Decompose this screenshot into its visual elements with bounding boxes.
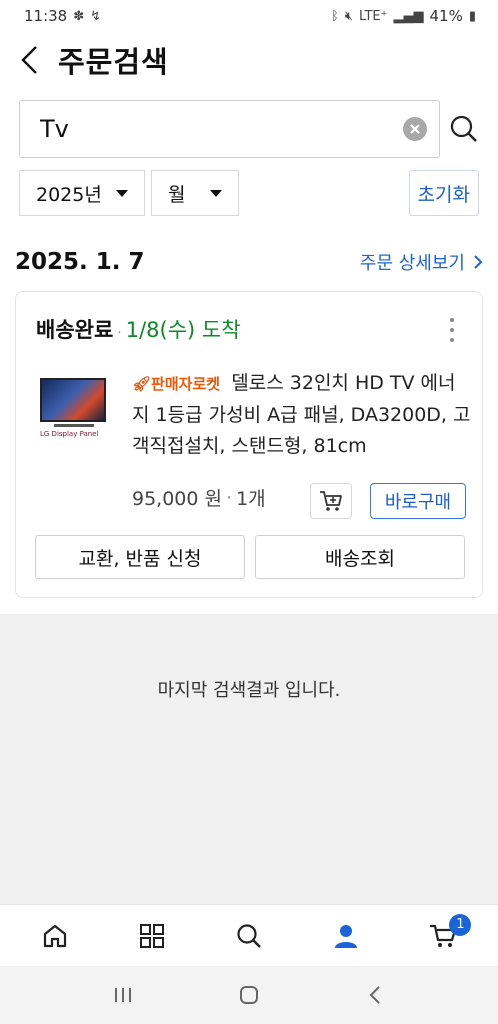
order-date: 2025. 1. 7 [15, 249, 145, 275]
close-icon [410, 124, 420, 134]
pinwheel-icon: ✽ [73, 8, 85, 24]
order-detail-label: 주문 상세보기 [359, 253, 465, 274]
track-delivery-button[interactable]: 배송조회 [255, 535, 465, 579]
product-price: 95,000 원 [132, 488, 223, 510]
bottom-nav: 1 [0, 904, 498, 966]
search-button[interactable] [440, 100, 488, 158]
end-of-results-message: 마지막 검색결과 입니다. [157, 680, 341, 701]
add-cart-icon [320, 491, 342, 511]
status-separator: · [117, 325, 122, 341]
back-system-button[interactable] [345, 970, 405, 1020]
order-card: 배송완료 · 1/8(수) 도착 LG Display Panel 🚀︎판매자로… [15, 291, 483, 598]
add-to-cart-button[interactable] [310, 483, 352, 519]
delivery-status: 배송완료 · 1/8(수) 도착 [36, 314, 241, 344]
chevron-left-icon [21, 46, 37, 74]
search-icon [450, 115, 477, 142]
order-actions: 교환, 반품 신청 배송조회 [35, 535, 465, 579]
status-bar: 11:38 ✽ ↯ ᛒ 🔇︎ LTE⁺ ▂▄▆ 41% ▮ [0, 0, 498, 32]
cart-count-badge: 1 [449, 913, 472, 936]
filter-row: 2025년 월 초기화 [19, 170, 479, 216]
results-footer [0, 614, 498, 904]
recent-apps-button[interactable] [93, 970, 153, 1020]
search-icon [237, 923, 261, 948]
back-button[interactable] [4, 36, 56, 84]
arrival-text: 1/8(수) 도착 [125, 318, 241, 342]
rocket-badge-label: 판매자로켓 [151, 375, 221, 393]
more-options-icon[interactable] [442, 318, 462, 342]
recent-apps-icon [115, 988, 131, 1002]
product-name-block: 🚀︎판매자로켓 델로스 32인치 HD TV 에너지 1등급 가성비 A급 패널… [132, 368, 472, 462]
network-label: LTE⁺ [359, 8, 388, 24]
order-detail-link[interactable]: 주문 상세보기 [360, 249, 483, 275]
month-value: 월 [168, 183, 186, 206]
chevron-right-icon [474, 255, 483, 269]
rocket-badge: 🚀︎판매자로켓 [132, 375, 225, 393]
month-dropdown[interactable]: 월 [151, 170, 239, 216]
tv-image [40, 378, 106, 422]
grid-icon [139, 923, 164, 948]
home-icon [43, 924, 66, 947]
back-chevron-icon [369, 986, 380, 1004]
nav-cart[interactable]: 1 [413, 908, 473, 964]
caret-down-icon [210, 189, 222, 197]
thumb-brand-label: LG Display Panel [40, 430, 99, 438]
order-header: 2025. 1. 7 주문 상세보기 [15, 244, 483, 280]
status-time: 11:38 [24, 7, 68, 25]
signal-icon: ▂▄▆ [393, 8, 424, 24]
search-row [19, 100, 489, 158]
year-dropdown[interactable]: 2025년 [19, 170, 145, 216]
search-input[interactable] [40, 115, 403, 143]
caret-down-icon [116, 189, 128, 197]
status-text: 배송완료 [36, 318, 114, 342]
home-system-button[interactable] [219, 970, 279, 1020]
search-box [19, 100, 440, 158]
nav-search[interactable] [219, 908, 279, 964]
rocket-icon: 🚀︎ [132, 375, 152, 393]
return-request-button[interactable]: 교환, 반품 신청 [35, 535, 245, 579]
clear-search-button[interactable] [403, 117, 427, 141]
user-icon [335, 924, 358, 948]
product-thumbnail[interactable]: LG Display Panel [40, 378, 108, 442]
home-circle-icon [240, 986, 258, 1004]
nav-categories[interactable] [122, 908, 182, 964]
price-row: 95,000 원 · 1개 [132, 484, 266, 511]
year-value: 2025년 [36, 183, 102, 206]
notification-icon: ↯ [90, 8, 102, 24]
nav-my-page[interactable] [316, 908, 376, 964]
product-info[interactable]: 🚀︎판매자로켓 델로스 32인치 HD TV 에너지 1등급 가성비 A급 패널… [132, 368, 472, 462]
battery-icon: ▮ [468, 8, 476, 24]
nav-home[interactable] [25, 908, 85, 964]
reset-button[interactable]: 초기화 [408, 170, 479, 216]
bluetooth-icon: ᛒ [331, 8, 339, 24]
mute-icon: 🔇︎ [344, 8, 354, 24]
system-nav-bar [0, 966, 498, 1024]
battery-level: 41% [429, 7, 463, 25]
header: 주문검색 [0, 36, 498, 84]
buy-now-button[interactable]: 바로구매 [370, 483, 466, 519]
page-title: 주문검색 [58, 45, 169, 79]
product-quantity: 1개 [236, 488, 266, 510]
